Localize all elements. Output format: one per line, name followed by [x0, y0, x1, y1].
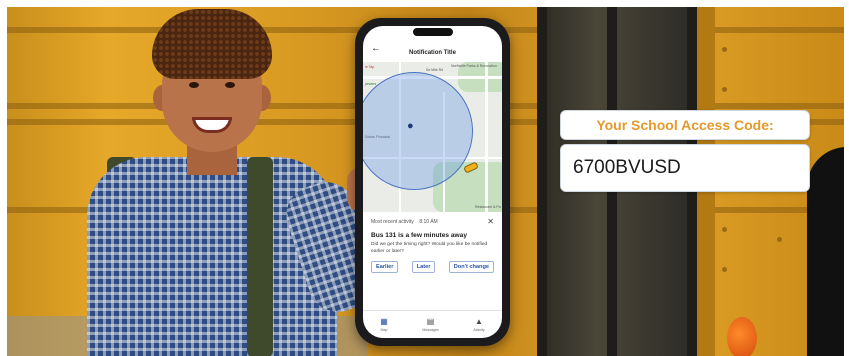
access-code-title-box: Your School Access Code: [560, 110, 810, 140]
later-button[interactable]: Later [411, 261, 436, 274]
tab-activity[interactable]: ▲ Activity [473, 317, 484, 332]
map-icon: ▦ [380, 317, 388, 326]
tab-label: Map [380, 328, 388, 332]
child-hair [152, 9, 272, 79]
bus-rivet [777, 237, 782, 242]
app-title: Notification Title [409, 50, 456, 56]
bottom-tab-bar: ▦ Map ▤ Messages ▲ Activity [363, 310, 502, 338]
phone-screen: ← Notification Title Se Mile Rd Northvil… [363, 26, 502, 338]
child-eye [189, 82, 199, 88]
notification-body: Did we get the timing right? Would you l… [371, 242, 488, 254]
tab-map[interactable]: ▦ Map [380, 317, 388, 332]
dont-change-button[interactable]: Don't change [448, 261, 494, 274]
bell-icon: ▲ [475, 317, 483, 326]
access-code-value[interactable]: 6700BVUSD [573, 157, 681, 179]
arrow-left-icon[interactable]: ← [371, 43, 381, 54]
child-eye [225, 82, 235, 88]
access-code-title: Your School Access Code: [596, 117, 774, 133]
chat-icon: ▤ [426, 317, 435, 326]
bus-rivet [722, 87, 727, 92]
map-label: Se Mile Rd [426, 68, 444, 72]
close-icon[interactable]: ✕ [487, 217, 494, 226]
tab-label: Activity [473, 328, 485, 332]
map-pin-icon[interactable]: ● [407, 120, 417, 132]
map-road [485, 62, 488, 212]
phone-mockup: ← Notification Title Se Mile Rd Northvil… [355, 18, 510, 346]
child-photo [47, 7, 386, 356]
notification-meta: Most recent activity 8:10 AM ✕ [371, 217, 494, 226]
map-label: Restaurant & Pa [475, 205, 501, 209]
activity-meta: Most recent activity 8:10 AM [371, 219, 438, 225]
notification-card: Most recent activity 8:10 AM ✕ Bus 131 i… [363, 212, 502, 274]
timing-buttons: Earlier Later Don't change [371, 261, 494, 274]
bus-rivet [722, 267, 727, 272]
bus-rivet [722, 227, 727, 232]
map-poi-label: le Tap [365, 65, 375, 69]
earlier-button[interactable]: Earlier [371, 261, 399, 274]
bus-front-edge [807, 147, 844, 356]
access-code-box[interactable]: 6700BVUSD [560, 144, 810, 192]
notification-headline: Bus 131 is a few minutes away [371, 232, 468, 239]
activity-time: 8:10 AM [419, 218, 438, 225]
map-view[interactable]: Se Mile Rd Northville Parks & Recreation… [363, 62, 502, 212]
phone-notch [412, 28, 453, 36]
bus-rivet [722, 47, 727, 52]
tab-label: Messages [422, 328, 439, 332]
backpack-strap [247, 157, 273, 356]
activity-label: Most recent activity [371, 218, 414, 225]
map-label: Northville Parks & Recreation [451, 64, 497, 68]
bus-door-frame [537, 7, 547, 356]
tab-messages[interactable]: ▤ Messages [422, 317, 438, 332]
bus-signal-light [727, 317, 757, 356]
